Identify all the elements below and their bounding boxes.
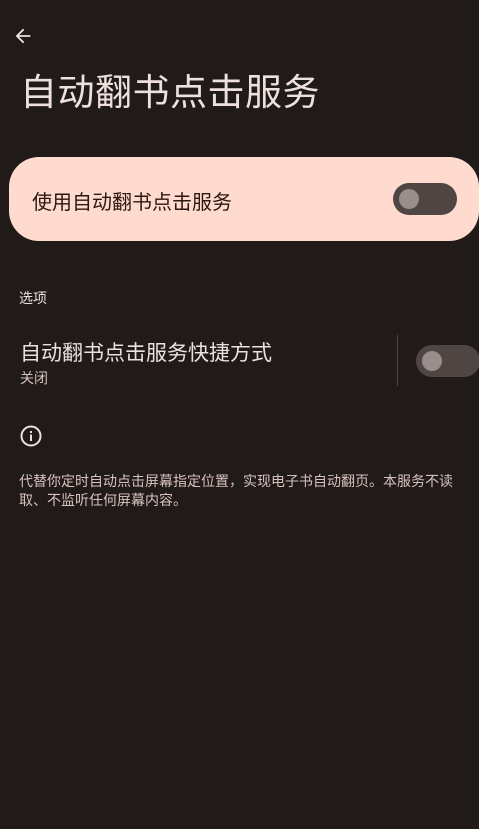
shortcut-title: 自动翻书点击服务快捷方式	[20, 341, 272, 365]
back-button[interactable]	[8, 21, 38, 51]
info-icon	[20, 425, 42, 447]
use-service-switch-label: 使用自动翻书点击服务	[32, 190, 232, 214]
toggle-thumb	[422, 351, 442, 371]
page-title: 自动翻书点击服务	[20, 71, 320, 114]
service-shortcut-row[interactable]: 自动翻书点击服务快捷方式 关闭	[0, 327, 479, 393]
arrow-back-icon	[15, 28, 31, 44]
accessibility-service-screen: 自动翻书点击服务 使用自动翻书点击服务 选项 自动翻书点击服务快捷方式 关闭 代…	[0, 0, 479, 829]
options-section-header: 选项	[19, 291, 47, 307]
row-divider	[397, 335, 398, 386]
shortcut-toggle[interactable]	[416, 345, 479, 377]
use-service-switch-bar[interactable]: 使用自动翻书点击服务	[9, 157, 479, 241]
service-description: 代替你定时自动点击屏幕指定位置，实现电子书自动翻页。本服务不读取、不监听任何屏幕…	[19, 474, 453, 509]
shortcut-summary: 关闭	[20, 371, 48, 387]
toggle-thumb	[399, 189, 419, 209]
use-service-toggle[interactable]	[393, 183, 457, 215]
